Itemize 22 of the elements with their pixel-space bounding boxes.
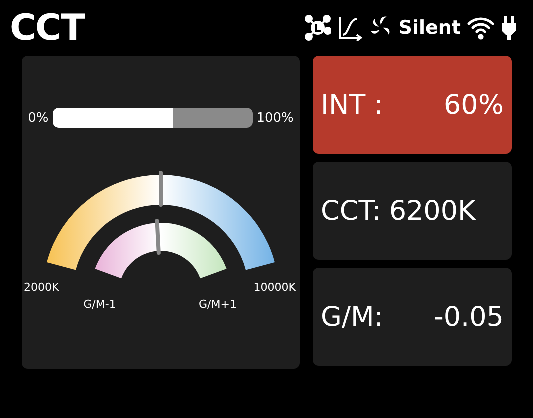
bar-max-label: 100% <box>256 110 294 126</box>
parameter-value: -0.05 <box>434 302 504 332</box>
wifi-icon[interactable] <box>467 16 495 40</box>
cct-max-label: 10000K <box>254 281 296 294</box>
cct-min-label: 2000K <box>24 281 60 294</box>
parameter-card[interactable]: INT : 60% <box>313 56 512 154</box>
parameter-card[interactable]: G/M: -0.05 <box>313 268 512 366</box>
bar-min-label: 0% <box>28 110 49 126</box>
plug-icon[interactable] <box>501 15 517 41</box>
gm-needle[interactable] <box>155 219 161 256</box>
parameter-value: 6200K <box>389 196 476 226</box>
parameter-label: INT : <box>321 90 384 120</box>
curve-graph-icon[interactable] <box>336 15 363 41</box>
fan-mode-label: Silent <box>398 17 461 39</box>
parameter-label: G/M: <box>321 302 384 332</box>
parameter-card[interactable]: CCT: 6200K <box>313 162 512 260</box>
network-icon[interactable] <box>304 15 331 41</box>
gm-max-label: G/M+1 <box>199 298 237 311</box>
mode-title: CCT <box>10 8 84 48</box>
parameter-value: 60% <box>444 90 504 120</box>
parameter-label: CCT: <box>321 196 382 226</box>
gm-min-label: G/M-1 <box>84 298 116 311</box>
